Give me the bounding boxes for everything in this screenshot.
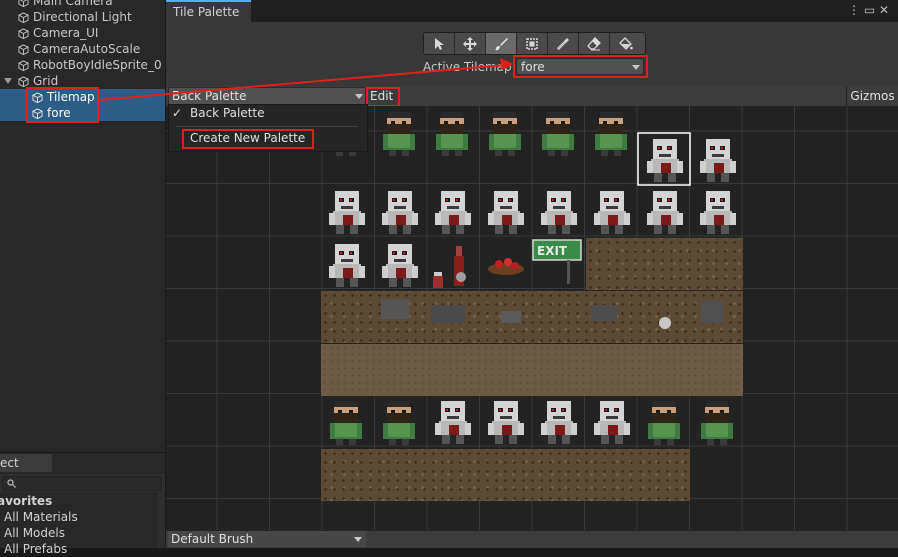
hierarchy-item[interactable]: Main Camera xyxy=(18,0,113,9)
svg-text:EXIT: EXIT xyxy=(537,244,568,258)
brush-value: Default Brush xyxy=(171,532,254,546)
hierarchy-item[interactable]: CameraAutoScale xyxy=(18,41,140,57)
expand-triangle-icon[interactable] xyxy=(4,78,12,84)
flood-fill-icon xyxy=(618,36,633,50)
search-icon xyxy=(7,479,16,488)
favorites-item[interactable]: All Prefabs xyxy=(4,541,67,557)
box-fill-icon xyxy=(526,37,538,50)
hierarchy-item-label: Camera_UI xyxy=(33,26,99,40)
hierarchy-item[interactable]: Directional Light xyxy=(18,9,132,25)
favorites-item[interactable]: All Materials xyxy=(4,509,78,525)
project-search-input[interactable] xyxy=(2,476,162,491)
hierarchy-item-label: CameraAutoScale xyxy=(33,42,141,56)
gameobject-icon xyxy=(18,60,29,71)
dirt-tile-texture xyxy=(321,449,690,501)
gameobject-icon xyxy=(18,28,29,39)
picker-tool-button[interactable] xyxy=(548,33,579,54)
box-fill-tool-button[interactable] xyxy=(517,33,548,54)
menu-item-back-palette[interactable]: Back Palette xyxy=(190,106,265,120)
project-splitter[interactable] xyxy=(158,492,165,547)
menu-separator xyxy=(176,126,358,127)
active-tilemap-label: Active Tilemap xyxy=(423,60,512,74)
chevron-down-icon xyxy=(354,537,362,542)
chevron-down-icon xyxy=(355,94,363,99)
hierarchy-item[interactable]: RobotBoyIdleSprite_0 xyxy=(18,57,162,73)
hierarchy-item-label: Main Camera xyxy=(33,0,113,8)
favorites-header[interactable]: avorites xyxy=(0,493,52,509)
select-icon xyxy=(435,37,444,50)
rock-tiles xyxy=(381,299,723,329)
move-icon xyxy=(463,36,477,51)
path-tile-texture xyxy=(321,344,743,394)
favorites-item[interactable]: All Models xyxy=(4,525,65,541)
gameobject-icon xyxy=(18,0,29,7)
window-menu-icons[interactable]: ⋮ ▭ ✕ xyxy=(848,3,889,17)
gameobject-icon xyxy=(18,76,29,87)
brush-dropdown[interactable]: Default Brush xyxy=(168,531,366,547)
annotation-highlight-create xyxy=(182,129,314,149)
annotation-highlight-edit xyxy=(366,87,400,107)
move-tool-button[interactable] xyxy=(455,33,486,54)
palette-value: Back Palette xyxy=(172,89,247,103)
tile-tools-toolbar xyxy=(423,32,646,55)
hierarchy-item-label: Grid xyxy=(33,74,59,88)
eraser-tool-button[interactable] xyxy=(579,33,610,54)
character-tiles xyxy=(330,401,733,445)
hierarchy-item-label: Directional Light xyxy=(33,10,132,24)
gizmos-button[interactable]: Gizmos xyxy=(846,86,898,106)
picker-icon xyxy=(557,37,569,50)
palette-dropdown[interactable]: Back Palette xyxy=(168,87,366,105)
flood-fill-tool-button[interactable] xyxy=(610,33,641,54)
annotation-highlight-hierarchy xyxy=(26,87,99,123)
hierarchy-item[interactable]: Camera_UI xyxy=(18,25,98,41)
gameobject-icon xyxy=(18,44,29,55)
eraser-icon xyxy=(587,36,601,50)
annotation-highlight-tilemap xyxy=(513,55,648,78)
gameobject-icon xyxy=(18,12,29,23)
select-tool-button[interactable] xyxy=(424,33,455,54)
hierarchy-item-label: RobotBoyIdleSprite_0 xyxy=(33,58,162,72)
checkmark-icon: ✓ xyxy=(172,106,183,120)
tab-bar xyxy=(251,0,898,22)
tab-tile-palette[interactable]: Tile Palette xyxy=(166,0,251,22)
paint-tool-button[interactable] xyxy=(486,33,517,54)
tab-project[interactable]: ect xyxy=(0,454,52,472)
paint-brush-icon xyxy=(495,37,508,50)
dirt-tile-texture xyxy=(586,238,743,290)
